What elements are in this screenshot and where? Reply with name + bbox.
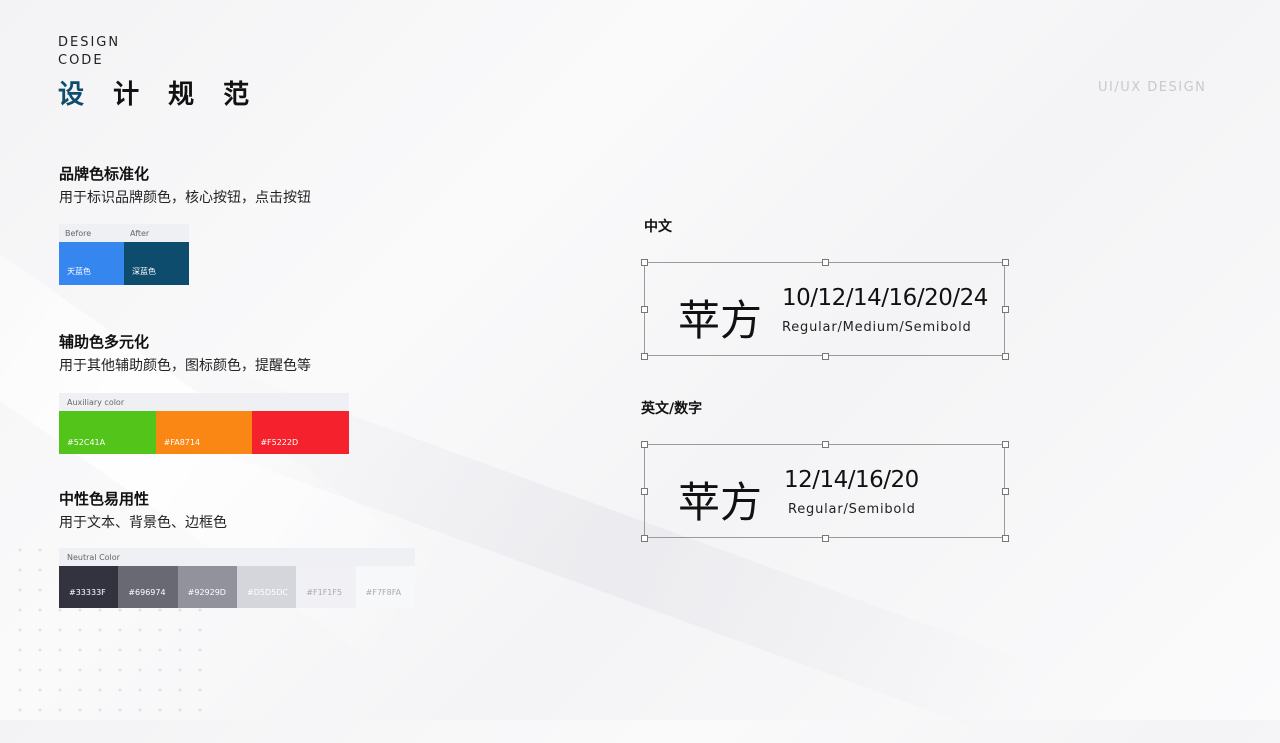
top-right-label: UI/UX DESIGN [1098, 80, 1207, 95]
auxiliary-swatch-row: #52C41A #FA8714 #F5222D [59, 411, 349, 454]
resize-handle[interactable] [641, 259, 648, 266]
resize-handle[interactable] [641, 488, 648, 495]
auxiliary-label: Auxiliary color [67, 398, 125, 407]
auxiliary-swatch: #F5222D [252, 411, 349, 454]
resize-handle[interactable] [1002, 441, 1009, 448]
neutral-swatch: #F1F1F5 [296, 566, 356, 608]
resize-handle[interactable] [821, 535, 829, 542]
header-en-line1: DESIGN [58, 35, 121, 50]
neutral-section-desc: 用于文本、背景色、边框色 [59, 515, 227, 531]
resize-handle[interactable] [1002, 353, 1009, 360]
resize-handle[interactable] [641, 306, 648, 313]
neutral-swatch: #92929D [177, 566, 237, 608]
brand-section-title: 品牌色标准化 [59, 165, 150, 183]
resize-handle[interactable] [641, 441, 648, 448]
neutral-label: Neutral Color [67, 553, 120, 562]
chinese-font-glyph: 苹方 [678, 296, 763, 345]
header-english: DESIGN CODE [58, 34, 120, 70]
brand-section-desc: 用于标识品牌颜色，核心按钮，点击按钮 [59, 190, 311, 206]
after-label: After [130, 229, 150, 238]
neutral-section-title: 中性色易用性 [59, 490, 150, 508]
resize-handle[interactable] [1002, 259, 1009, 266]
auxiliary-section-desc: 用于其他辅助颜色，图标颜色，提醒色等 [59, 358, 311, 374]
resize-handle[interactable] [821, 353, 829, 360]
brand-label-row: Before After [59, 224, 189, 242]
english-font-title: 英文/数字 [641, 401, 703, 417]
resize-handle[interactable] [1002, 488, 1009, 495]
chinese-font-title: 中文 [644, 219, 672, 235]
auxiliary-section-title: 辅助色多元化 [59, 333, 150, 351]
chinese-font-weights: Regular/Medium/Semibold [782, 320, 972, 335]
english-font-weights: Regular/Semibold [788, 502, 916, 517]
resize-handle[interactable] [641, 535, 648, 542]
neutral-swatch: #F7F8FA [355, 566, 415, 608]
auxiliary-swatch: #52C41A [59, 411, 156, 454]
brand-swatch: 天蓝色 [59, 242, 124, 285]
neutral-swatch: #33333F [59, 566, 119, 608]
chinese-font-specimen-box[interactable]: 苹方 10/12/14/16/20/24 Regular/Medium/Semi… [641, 259, 1009, 360]
brand-swatch: 深蓝色 [124, 242, 189, 285]
page-title: 设 计 规 范 [58, 74, 259, 111]
brand-swatch-row: 天蓝色 深蓝色 [59, 242, 189, 285]
resize-handle[interactable] [1002, 535, 1009, 542]
header-en-line2: CODE [58, 53, 104, 68]
neutral-swatch: #696974 [118, 566, 178, 608]
english-font-specimen-box[interactable]: 苹方 12/14/16/20 Regular/Semibold [641, 441, 1009, 542]
brand-color-table: Before After 天蓝色 深蓝色 [59, 224, 189, 285]
english-font-sizes: 12/14/16/20 [784, 467, 919, 493]
neutral-label-row: Neutral Color [59, 548, 415, 566]
neutral-swatch: #D5D5DC [236, 566, 297, 608]
resize-handle[interactable] [1002, 306, 1009, 313]
resize-handle[interactable] [641, 353, 648, 360]
chinese-font-sizes: 10/12/14/16/20/24 [782, 285, 988, 311]
page-title-accent: 设 [58, 80, 95, 110]
before-label: Before [65, 229, 92, 238]
english-font-glyph: 苹方 [678, 478, 763, 527]
resize-handle[interactable] [821, 259, 829, 266]
neutral-swatch-row: #33333F #696974 #92929D #D5D5DC #F1F1F5 #F7F8… [59, 566, 415, 608]
resize-handle[interactable] [821, 441, 829, 448]
auxiliary-label-row: Auxiliary color [59, 393, 349, 411]
auxiliary-swatch: #FA8714 [155, 411, 253, 454]
auxiliary-color-table: Auxiliary color #52C41A #FA8714 #F5222D [59, 393, 349, 454]
neutral-color-table: Neutral Color #33333F #696974 #92929D #D5D5… [59, 548, 415, 608]
page-title-rest: 计 规 范 [113, 80, 260, 110]
